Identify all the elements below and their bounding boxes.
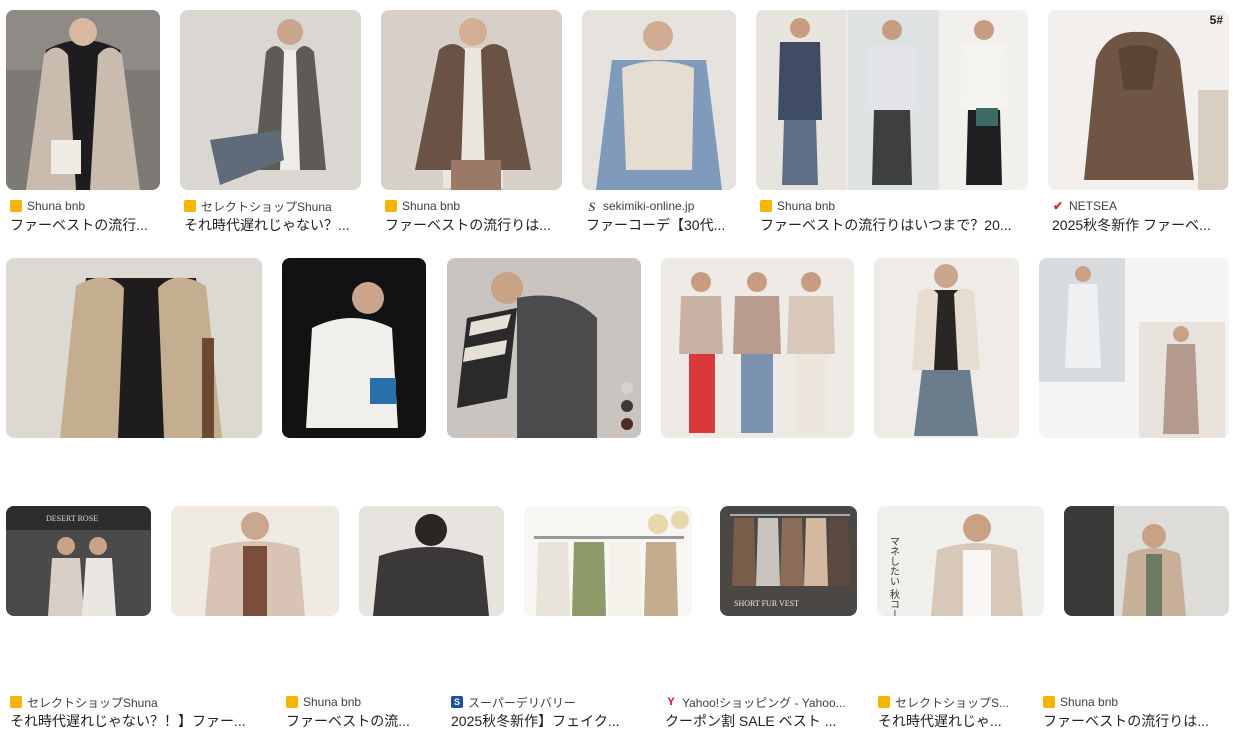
result-card[interactable]: Shuna bnb ファーベストの流行...	[6, 10, 160, 240]
result-card[interactable]	[524, 506, 692, 616]
result-card[interactable]: Shuna bnb ファーベストの流行りは...	[381, 10, 562, 240]
result-source[interactable]: NETSEA	[1069, 199, 1117, 213]
shuna-favicon	[10, 696, 22, 708]
result-card[interactable]: セレクトショップShuna それ時代遅れじゃない？...	[180, 10, 361, 240]
fur-vest-photo	[6, 258, 262, 438]
result-image[interactable]	[6, 10, 160, 190]
result-image[interactable]	[582, 10, 736, 190]
fur-vest-photo	[1039, 258, 1229, 438]
result-image[interactable]: SHORT FUR VEST	[720, 506, 857, 616]
result-badge: 5#	[1209, 13, 1223, 27]
result-title[interactable]: 2025秋冬新作 ファーベ...	[1052, 215, 1228, 235]
shuna-favicon	[10, 200, 22, 212]
fur-vest-photo	[1048, 10, 1229, 190]
fur-vest-photo	[447, 258, 641, 438]
result-card[interactable]: Shuna bnb ファーベストの流行りは...	[1039, 258, 1229, 729]
fur-vest-photo	[661, 258, 854, 438]
result-source[interactable]: sekimiki-online.jp	[603, 199, 694, 213]
shuna-favicon	[286, 696, 298, 708]
result-card[interactable]: S スーパーデリバリー 2025秋冬新作】フェイク...	[447, 258, 641, 729]
result-image[interactable]: DESERT ROSE	[6, 506, 151, 616]
result-source[interactable]: スーパーデリバリー	[468, 694, 576, 710]
result-image[interactable]	[524, 506, 692, 616]
result-image[interactable]	[171, 506, 339, 616]
yahoo-favicon: Y	[667, 695, 675, 708]
result-title[interactable]: ファーベストの流行りはいつまで？20...	[760, 215, 1026, 235]
result-card[interactable]	[1064, 506, 1229, 616]
sekimiki-favicon: S	[588, 198, 596, 214]
result-image[interactable]	[756, 10, 1028, 190]
result-card[interactable]: Y Yahoo!ショッピング - Yahoo... クーポン割 SALE ベスト …	[661, 258, 854, 729]
overlay-caption: マネしたい 秋コーデのア	[888, 536, 900, 616]
fur-vest-photo	[381, 10, 562, 190]
result-title[interactable]: それ時代遅れじゃない？！】ファー...	[10, 711, 260, 731]
result-card[interactable]	[171, 506, 339, 616]
result-card[interactable]: DESERT ROSE	[6, 506, 151, 616]
fur-vest-photo	[171, 506, 339, 616]
store-sign: DESERT ROSE	[46, 514, 98, 523]
result-card[interactable]: Ssekimiki-online.jp ファーコーデ【30代...	[582, 10, 736, 240]
result-image[interactable]: マネしたい 秋コーデのア	[877, 506, 1044, 616]
shuna-favicon	[385, 200, 397, 212]
result-title[interactable]: ファーベストの流行りは...	[385, 215, 561, 235]
fur-vest-photo	[180, 10, 361, 190]
fur-vest-photo	[524, 506, 692, 616]
fur-vest-photo	[874, 258, 1019, 438]
fur-vest-photo	[282, 258, 426, 438]
result-source[interactable]: セレクトショップShuna	[27, 694, 158, 710]
result-source[interactable]: Shuna bnb	[27, 199, 85, 213]
result-source[interactable]: Shuna bnb	[777, 199, 835, 213]
super-delivery-favicon: S	[451, 696, 463, 708]
fur-vest-photo	[359, 506, 504, 616]
result-image[interactable]	[1064, 506, 1229, 616]
fur-vest-photo: DESERT ROSE	[6, 506, 151, 616]
fur-vest-photo: SHORT FUR VEST	[720, 506, 857, 616]
fur-vest-photo: マネしたい 秋コーデのア	[877, 506, 1044, 616]
overlay-caption: SHORT FUR VEST	[734, 599, 799, 608]
result-title[interactable]: それ時代遅れじゃない？...	[184, 215, 360, 235]
result-card[interactable]: セレクトショップShuna それ時代遅れじゃない？！】ファー...	[6, 258, 262, 729]
result-card[interactable]: セレクトショップS... それ時代遅れじゃ...	[874, 258, 1019, 729]
shuna-favicon	[878, 696, 890, 708]
shuna-favicon	[1043, 696, 1055, 708]
result-title[interactable]: クーポン割 SALE ベスト ...	[665, 711, 853, 731]
result-source[interactable]: セレクトショップS...	[895, 694, 1009, 710]
result-title[interactable]: ファーベストの流行りは...	[1043, 711, 1229, 731]
result-card[interactable]: 5# ✔ NETSEA 2025秋冬新作 ファーベ...	[1048, 10, 1229, 240]
fur-vest-photo	[756, 10, 1028, 190]
result-card[interactable]: Shuna bnb ファーベストの流行りはいつまで？20...	[756, 10, 1028, 240]
result-image[interactable]	[282, 258, 426, 438]
result-title[interactable]: ファーコーデ【30代...	[586, 215, 734, 235]
result-image[interactable]	[447, 258, 641, 438]
fur-vest-photo	[6, 10, 160, 190]
result-card[interactable]: マネしたい 秋コーデのア	[877, 506, 1044, 616]
result-image[interactable]	[359, 506, 504, 616]
result-title[interactable]: 2025秋冬新作】フェイク...	[451, 711, 639, 731]
result-source[interactable]: Shuna bnb	[303, 695, 361, 709]
fur-vest-photo	[582, 10, 736, 190]
result-card[interactable]: SHORT FUR VEST	[720, 506, 857, 616]
result-image[interactable]	[6, 258, 262, 438]
fur-vest-photo	[1064, 506, 1229, 616]
result-title[interactable]: ファーベストの流行...	[10, 215, 158, 235]
shuna-favicon	[184, 200, 196, 212]
result-source[interactable]: Shuna bnb	[402, 199, 460, 213]
result-image[interactable]	[180, 10, 361, 190]
result-source[interactable]: Shuna bnb	[1060, 695, 1118, 709]
result-source[interactable]: Yahoo!ショッピング - Yahoo...	[682, 694, 846, 710]
result-image[interactable]	[1039, 258, 1229, 438]
result-image[interactable]	[1048, 10, 1229, 190]
shuna-favicon	[760, 200, 772, 212]
result-card[interactable]	[359, 506, 504, 616]
result-title[interactable]: それ時代遅れじゃ...	[878, 711, 1018, 731]
result-title[interactable]: ファーベストの流...	[286, 711, 426, 731]
result-card[interactable]: Shuna bnb ファーベストの流...	[282, 258, 426, 729]
result-image[interactable]	[661, 258, 854, 438]
result-image[interactable]	[874, 258, 1019, 438]
result-image[interactable]	[381, 10, 562, 190]
result-source[interactable]: セレクトショップShuna	[201, 198, 332, 214]
netsea-favicon: ✔	[1052, 199, 1064, 213]
